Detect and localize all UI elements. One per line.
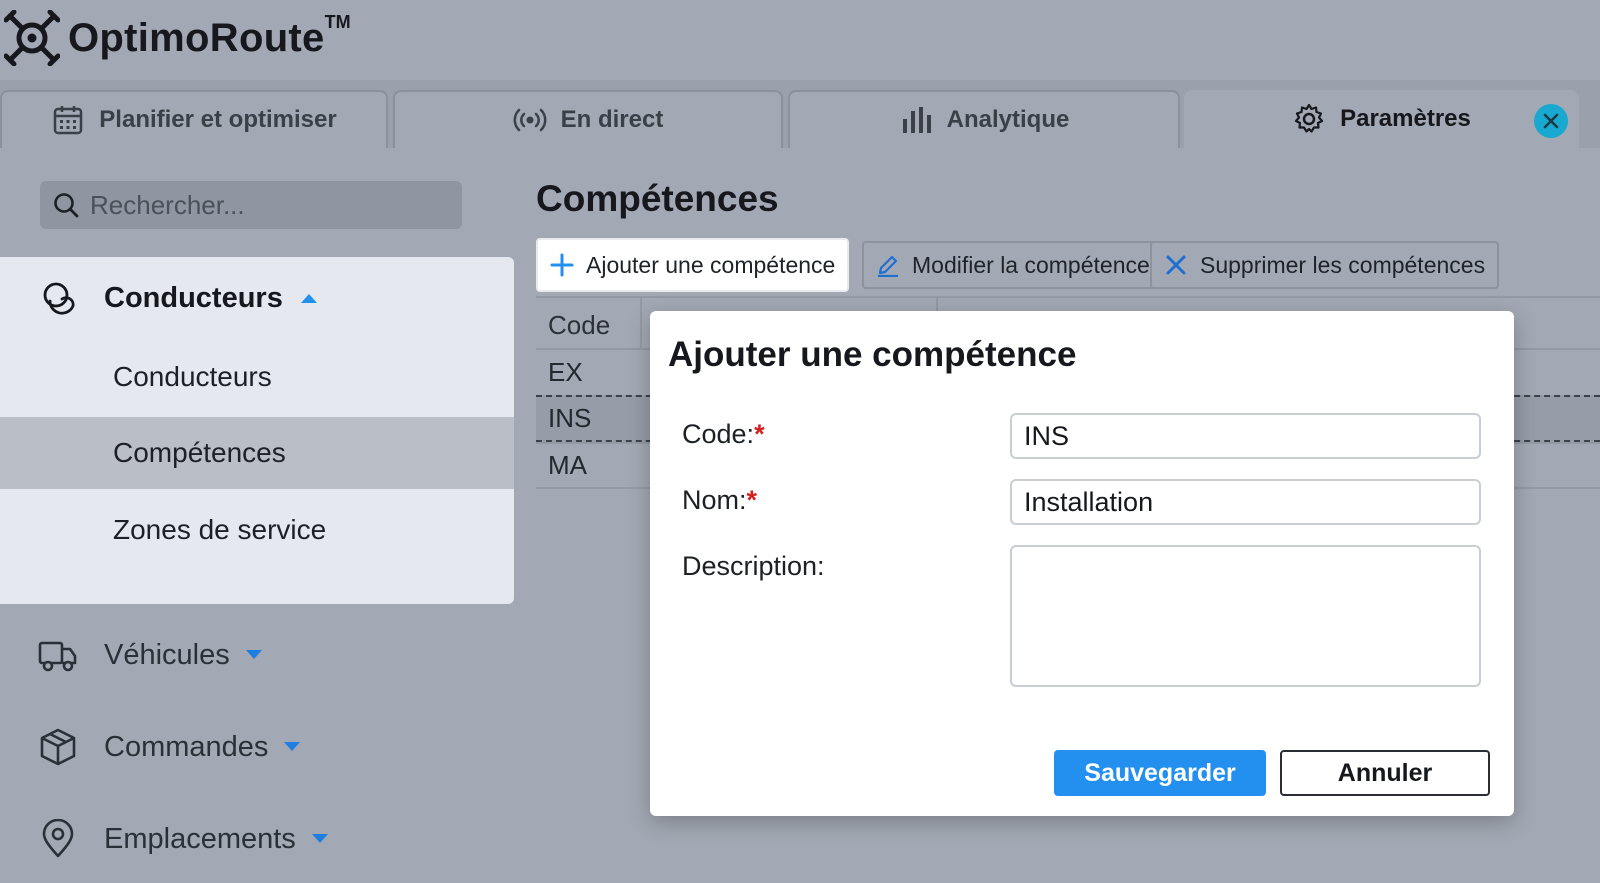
sidebar-group-emplacements[interactable]: Emplacements <box>38 819 330 859</box>
name-field-label: Nom:* <box>682 485 757 516</box>
main-tabs: Planifier et optimiser En direct Analyti… <box>0 80 1600 148</box>
caret-down-icon <box>284 742 301 751</box>
sidebar-search <box>40 181 462 229</box>
code-label-text: Code: <box>682 419 755 449</box>
caret-up-icon <box>300 294 317 303</box>
plus-icon <box>550 253 574 277</box>
trademark-mark: TM <box>324 12 351 32</box>
close-tab-button[interactable] <box>1534 104 1568 138</box>
x-icon <box>1166 255 1186 275</box>
code-field-label: Code:* <box>682 419 765 450</box>
sidebar-group-commandes[interactable]: Commandes <box>38 727 302 767</box>
sidebar-item-conducteurs[interactable]: Conducteurs <box>0 341 514 413</box>
tab-analytique[interactable]: Analytique <box>788 90 1180 148</box>
close-icon <box>1543 113 1559 129</box>
tab-en-direct[interactable]: En direct <box>393 90 783 148</box>
add-skill-dialog: Ajouter une compétence Code:* Nom:* Desc… <box>650 311 1514 816</box>
app-name: OptimoRoute <box>68 15 325 60</box>
code-input[interactable] <box>1010 413 1481 459</box>
edit-skill-button[interactable]: Modifier la compétence <box>862 241 1164 289</box>
gear-icon <box>1295 103 1324 133</box>
column-header-code[interactable]: Code <box>548 310 610 341</box>
optimoroute-logo-icon <box>4 10 60 66</box>
description-textarea[interactable] <box>1010 545 1481 687</box>
sidebar-group-label: Commandes <box>104 730 269 763</box>
page-title: Compétences <box>536 178 779 219</box>
save-button[interactable]: Sauvegarder <box>1054 750 1266 796</box>
required-marker: * <box>746 485 758 515</box>
tab-label: Analytique <box>946 106 1070 133</box>
sidebar-item-zones-de-service[interactable]: Zones de service <box>0 494 514 566</box>
sidebar-group-conducteurs: Conducteurs Conducteurs Compétences Zone… <box>0 257 514 604</box>
add-skill-button[interactable]: Ajouter une compétence <box>536 238 850 292</box>
caret-down-icon <box>311 834 328 843</box>
dialog-title: Ajouter une compétence <box>668 335 1077 374</box>
edit-skill-label: Modifier la compétence <box>912 251 1150 278</box>
delete-skills-button[interactable]: Supprimer les compétences <box>1150 241 1500 289</box>
pencil-icon <box>878 255 898 277</box>
tab-label: Paramètres <box>1340 105 1471 132</box>
sidebar-group-header-conducteurs[interactable]: Conducteurs <box>40 279 319 317</box>
search-input[interactable] <box>90 189 450 221</box>
sidebar-group-label: Conducteurs <box>104 281 283 314</box>
truck-icon <box>38 641 77 672</box>
sidebar-group-label: Véhicules <box>104 638 230 671</box>
bar-chart-icon <box>902 107 931 133</box>
broadcast-icon <box>513 108 547 132</box>
name-input[interactable] <box>1010 479 1481 525</box>
add-skill-label: Ajouter une compétence <box>586 251 836 278</box>
tab-parametres[interactable]: Paramètres <box>1184 90 1579 148</box>
search-icon <box>54 193 79 218</box>
location-pin-icon <box>42 819 74 858</box>
tab-label: En direct <box>560 106 664 133</box>
delete-skills-label: Supprimer les compétences <box>1200 251 1486 278</box>
tab-label: Planifier et optimiser <box>99 106 337 133</box>
column-divider <box>640 298 642 350</box>
sidebar-item-competences[interactable]: Compétences <box>0 417 514 489</box>
tab-planifier[interactable]: Planifier et optimiser <box>0 90 388 148</box>
sidebar-group-vehicules[interactable]: Véhicules <box>38 635 264 675</box>
app-logo: OptimoRoute TM <box>4 8 351 68</box>
name-label-text: Nom: <box>682 485 747 515</box>
required-marker: * <box>754 419 765 449</box>
calendar-icon <box>54 106 83 135</box>
package-icon <box>40 728 76 766</box>
description-field-label: Description: <box>682 551 825 581</box>
sidebar-group-label: Emplacements <box>104 822 296 855</box>
drivers-icon <box>43 282 75 315</box>
cancel-button[interactable]: Annuler <box>1280 750 1490 796</box>
caret-down-icon <box>245 650 262 659</box>
